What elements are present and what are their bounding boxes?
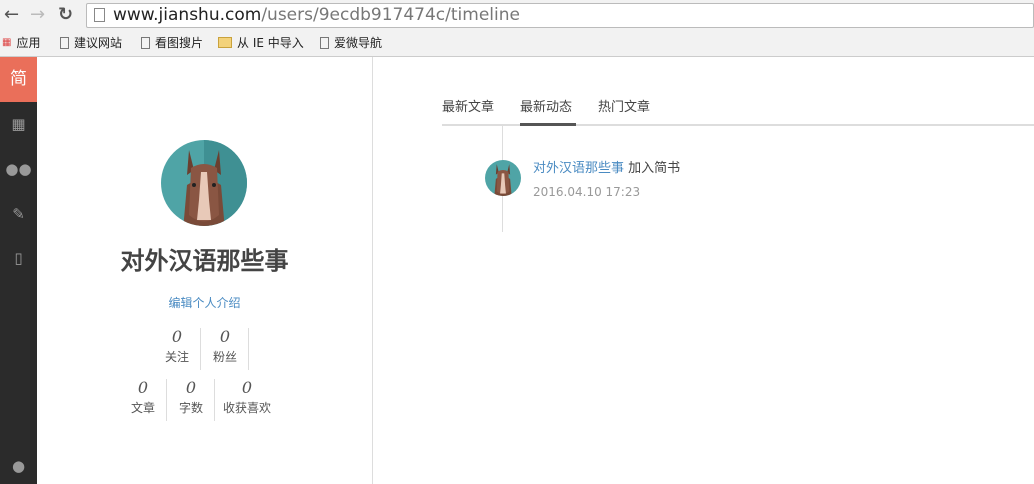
bookmark-label: 爱微导航	[334, 36, 383, 50]
grid-icon[interactable]: ▦	[0, 115, 37, 133]
active-tab-indicator	[520, 123, 576, 126]
profile-name: 对外汉语那些事	[120, 247, 289, 275]
stat-likes[interactable]: 0 收获喜欢	[215, 378, 279, 416]
event-time: 2016.04.10 17:23	[533, 185, 641, 199]
stat-label: 收获喜欢	[222, 401, 271, 415]
stat-value: 0	[219, 327, 231, 346]
tab-hot-articles[interactable]: 热门文章	[598, 96, 650, 115]
bookmark-apps[interactable]: ▦ 应用	[2, 34, 40, 51]
forward-icon[interactable]: →	[30, 4, 45, 25]
stat-value: 0	[241, 378, 253, 397]
divider	[248, 328, 249, 370]
bookmark-item[interactable]: 看图搜片	[141, 34, 203, 51]
stat-label: 文章	[130, 401, 155, 415]
folder-icon	[218, 37, 232, 48]
stat-words[interactable]: 0 字数	[167, 378, 215, 416]
stat-followers[interactable]: 0 粉丝	[201, 327, 249, 365]
bookmark-label: 看图搜片	[155, 36, 204, 50]
page-icon	[94, 8, 105, 22]
bookmark-label: 建议网站	[74, 36, 123, 50]
tab-latest-articles[interactable]: 最新文章	[442, 96, 494, 115]
stat-value: 0	[185, 378, 197, 397]
page-icon	[141, 36, 150, 49]
bookmark-item[interactable]: 爱微导航	[320, 34, 382, 51]
stat-label: 字数	[178, 401, 203, 415]
avatar[interactable]	[161, 140, 247, 226]
profile-panel: 对外汉语那些事 编辑个人介绍 0 关注 0 粉丝 0 文章 0 字数 0 收获喜欢	[37, 57, 373, 484]
bookmark-folder[interactable]: 从 IE 中导入	[218, 34, 304, 51]
stat-label: 粉丝	[212, 350, 237, 364]
bookmark-label: 从 IE 中导入	[237, 36, 304, 50]
reload-icon[interactable]: ↻	[58, 4, 73, 25]
tab-latest-activity[interactable]: 最新动态	[520, 96, 572, 115]
browser-chrome: ← → ↻ www.jianshu.com/users/9ecdb917474c…	[0, 0, 1034, 57]
back-icon[interactable]: ←	[4, 4, 19, 25]
url-host: www.jianshu.com	[113, 5, 262, 25]
event-action: 加入简书	[628, 161, 681, 176]
stat-value: 0	[171, 327, 183, 346]
stat-value: 0	[137, 378, 149, 397]
timeline-avatar[interactable]	[485, 160, 521, 196]
users-icon[interactable]: ●●	[0, 160, 37, 178]
sidebar: 简 ▦ ●● ✎ ▯ ●	[0, 57, 37, 484]
stat-articles[interactable]: 0 文章	[119, 378, 167, 416]
user-icon[interactable]: ●	[0, 457, 37, 475]
apps-icon: ▦	[2, 37, 12, 48]
user-link[interactable]: 对外汉语那些事	[533, 161, 624, 176]
page-icon	[60, 36, 69, 49]
page-icon	[320, 36, 329, 49]
stat-following[interactable]: 0 关注	[153, 327, 201, 365]
timeline-event: 对外汉语那些事 加入简书	[533, 157, 680, 176]
edit-intro-link[interactable]: 编辑个人介绍	[37, 294, 372, 311]
stat-label: 关注	[164, 350, 189, 364]
bookmark-item[interactable]: 建议网站	[60, 34, 122, 51]
address-bar[interactable]: www.jianshu.com/users/9ecdb917474c/timel…	[86, 3, 1034, 28]
url-path: /users/9ecdb917474c/timeline	[261, 5, 520, 25]
pencil-icon[interactable]: ✎	[0, 205, 37, 223]
logo[interactable]: 简	[0, 57, 37, 102]
bookmark-label: 应用	[16, 36, 41, 50]
mobile-icon[interactable]: ▯	[0, 249, 37, 267]
